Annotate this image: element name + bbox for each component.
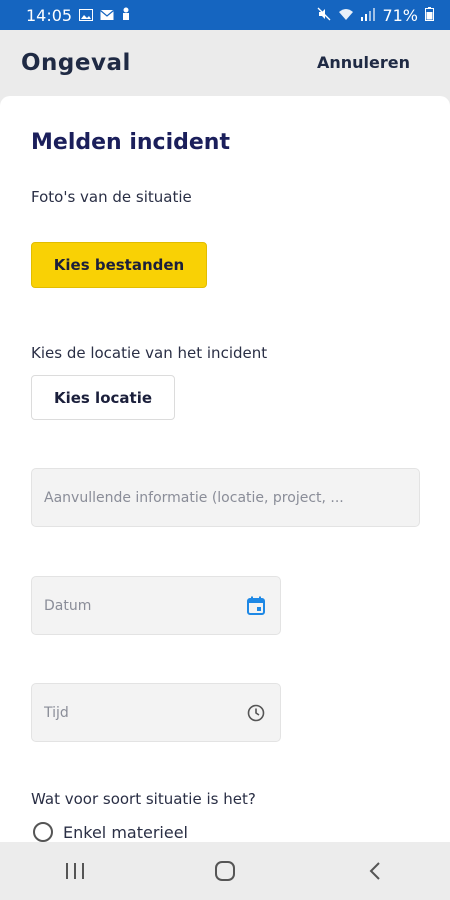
signal-icon xyxy=(361,6,376,25)
situation-question: Wat voor soort situatie is het? xyxy=(31,790,256,808)
extra-info-field[interactable]: Aanvullende informatie (locatie, project… xyxy=(31,468,420,527)
battery-icon xyxy=(425,6,434,25)
status-bar: 14:05 71% xyxy=(0,0,450,30)
incident-form: Melden incident Foto's van de situatie K… xyxy=(0,96,450,842)
back-button[interactable] xyxy=(345,851,405,891)
cancel-button[interactable]: Annuleren xyxy=(317,53,410,72)
situation-option[interactable]: Enkel materieel xyxy=(33,822,188,842)
system-nav-bar xyxy=(0,842,450,900)
clock-icon[interactable] xyxy=(244,701,268,725)
radio-button[interactable] xyxy=(33,822,53,842)
app-bar: Ongeval Annuleren xyxy=(0,30,450,96)
battery-level: 71% xyxy=(382,5,418,25)
extra-info-placeholder: Aanvullende informatie (locatie, project… xyxy=(44,489,344,506)
time-field[interactable]: Tijd xyxy=(31,683,281,742)
choose-files-button[interactable]: Kies bestanden xyxy=(31,242,207,288)
location-label: Kies de locatie van het incident xyxy=(31,344,268,362)
status-time: 14:05 xyxy=(26,5,73,25)
app-title: Ongeval xyxy=(21,50,131,76)
time-placeholder: Tijd xyxy=(44,704,69,721)
home-button[interactable] xyxy=(195,851,255,891)
form-title: Melden incident xyxy=(31,130,230,155)
mute-icon xyxy=(317,6,331,25)
recent-apps-button[interactable] xyxy=(45,851,105,891)
date-field[interactable]: Datum xyxy=(31,576,281,635)
notification-icon xyxy=(121,6,131,25)
calendar-icon[interactable] xyxy=(244,594,268,618)
situation-option-label: Enkel materieel xyxy=(63,822,188,842)
date-placeholder: Datum xyxy=(44,597,92,614)
mail-icon xyxy=(100,6,114,25)
wifi-icon xyxy=(338,6,354,25)
choose-location-button[interactable]: Kies locatie xyxy=(31,375,175,420)
gallery-icon xyxy=(79,6,94,25)
photos-label: Foto's van de situatie xyxy=(31,188,192,206)
